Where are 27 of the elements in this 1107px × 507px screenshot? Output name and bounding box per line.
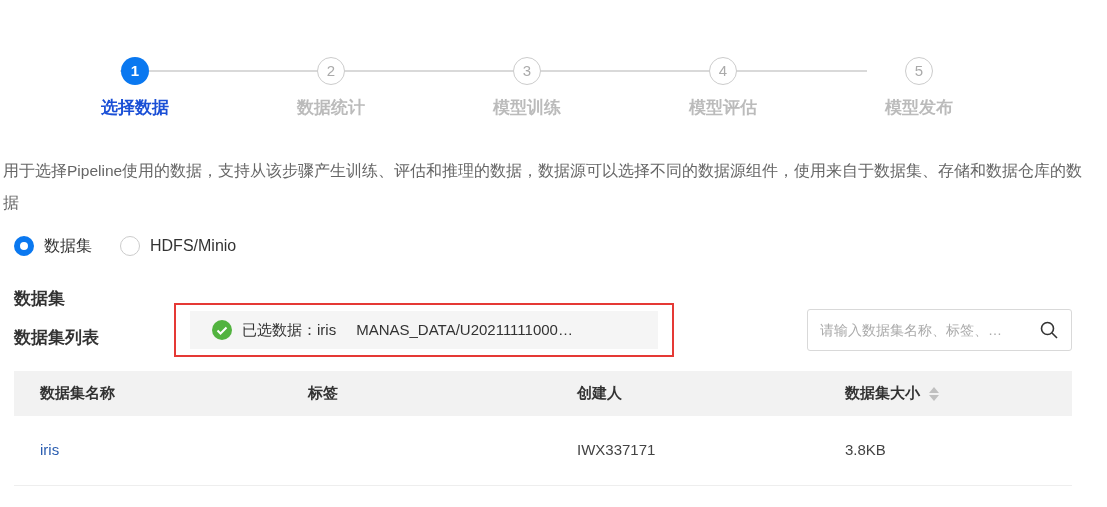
table-cell-text: IWX337171 — [577, 440, 656, 461]
selected-label: 已选数据：iris — [242, 319, 337, 340]
step-number: 4 — [709, 57, 737, 85]
step-number: 3 — [513, 57, 541, 85]
search-field[interactable]: 请输入数据集名称、标签、… — [807, 309, 1072, 351]
column-header: 数据集大小 — [845, 383, 920, 404]
step-label: 模型发布 — [885, 97, 953, 119]
selected-path: MANAS_DATA/U20211111000… — [356, 319, 573, 340]
step-label: 选择数据 — [101, 97, 169, 119]
step-number: 2 — [317, 57, 345, 85]
step-label: 模型训练 — [493, 97, 561, 119]
step-label: 数据统计 — [297, 97, 365, 119]
radio-option[interactable]: HDFS/Minio — [120, 233, 237, 258]
radio-option[interactable]: 数据集 — [14, 233, 92, 258]
column-header: 数据集名称 — [40, 383, 115, 404]
dataset-link[interactable]: iris — [40, 439, 60, 462]
description: 用于选择Pipeline使用的数据，支持从该步骤产生训练、评估和推理的数据，数据源可以选择不同的数据源组件，使用来自于数据集、存储和数据仓库的数据 — [2, 160, 1084, 213]
search-icon[interactable] — [1040, 321, 1058, 339]
column-header: 创建人 — [577, 383, 622, 404]
table-cell-text: 3.8KB — [845, 440, 886, 461]
step-number: 1 — [121, 57, 149, 85]
column-header: 标签 — [308, 383, 338, 404]
section-title: 数据集 — [13, 287, 65, 310]
list-title: 数据集列表 — [14, 327, 100, 350]
step-number: 5 — [905, 57, 933, 85]
check-circle-icon — [212, 320, 232, 340]
step-label: 模型评估 — [689, 97, 757, 119]
